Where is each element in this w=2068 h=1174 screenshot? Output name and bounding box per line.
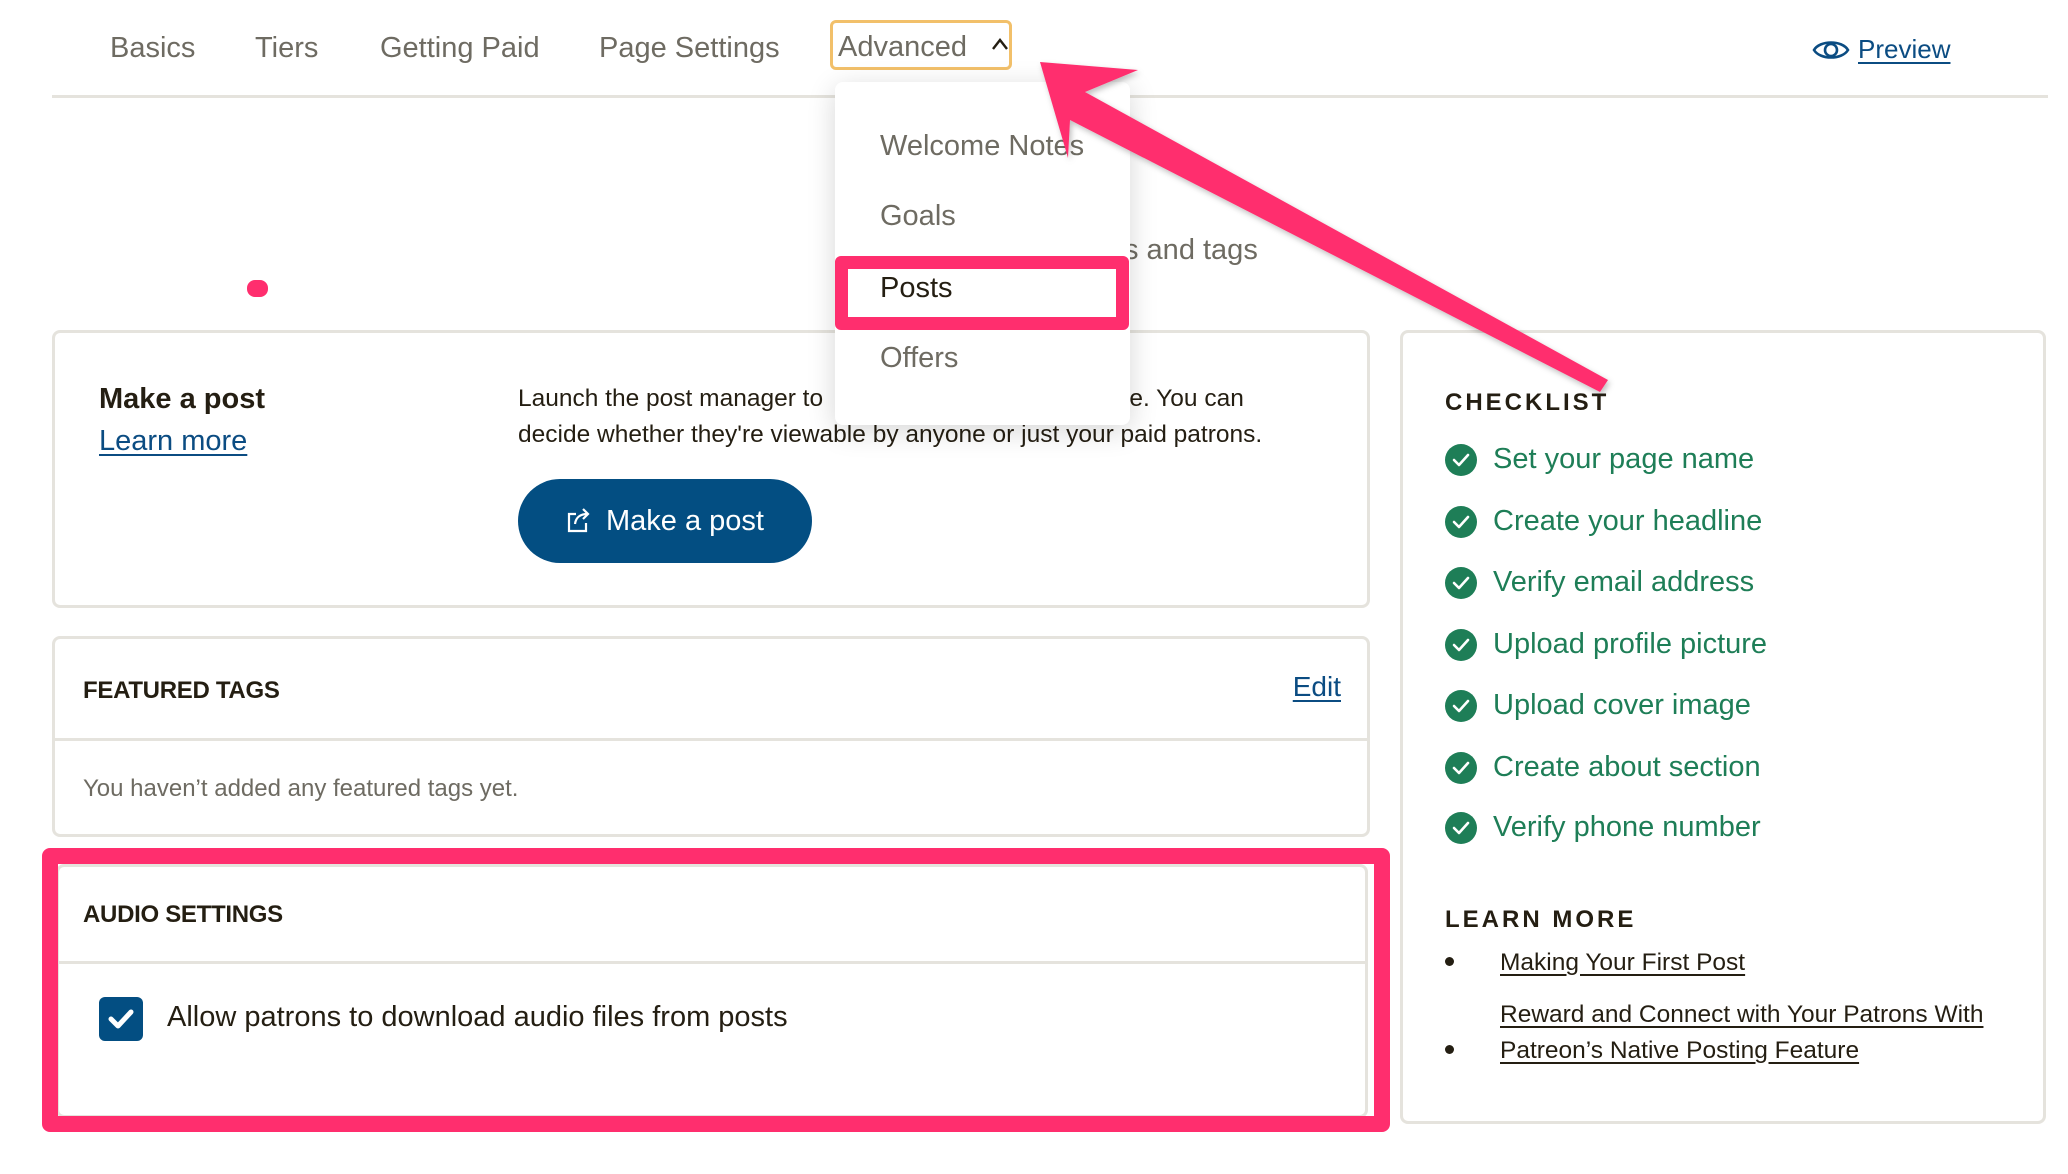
chevron-up-icon	[992, 38, 1008, 50]
checklist-item[interactable]: Verify phone number	[1445, 811, 1761, 844]
tab-getting-paid[interactable]: Getting Paid	[380, 28, 540, 68]
tab-page-settings[interactable]: Page Settings	[599, 28, 780, 68]
annotation-highlight-audio	[42, 848, 1390, 1132]
check-circle-icon	[1445, 443, 1477, 476]
learn-more-link-native-posting-line2[interactable]: Patreon’s Native Posting Feature	[1500, 1033, 1859, 1069]
tab-advanced-label: Advanced	[838, 31, 967, 63]
bullet	[1445, 1045, 1454, 1054]
preview-label: Preview	[1858, 34, 1951, 64]
make-post-title: Make a post	[99, 383, 265, 415]
check-circle-icon	[1445, 628, 1477, 661]
check-circle-icon	[1445, 505, 1477, 538]
advanced-dropdown-menu: Welcome Notes Goals Posts Offers	[835, 82, 1130, 425]
learn-more-link-native-posting[interactable]: Reward and Connect with Your Patrons Wit…	[1500, 997, 1983, 1033]
make-post-button-label: Make a post	[606, 504, 764, 537]
checklist-item-label: Create about section	[1493, 751, 1761, 783]
checklist-item-label: Verify email address	[1493, 566, 1755, 598]
checklist-item-label: Upload profile picture	[1493, 628, 1768, 660]
learn-more-title: LEARN MORE	[1445, 906, 1637, 933]
checklist-item[interactable]: Verify email address	[1445, 566, 1754, 599]
learn-more-link[interactable]: Learn more	[99, 425, 247, 458]
featured-tags-title: FEATURED TAGS	[83, 677, 280, 704]
checklist-item[interactable]: Upload cover image	[1445, 689, 1751, 722]
checklist-item[interactable]: Create about section	[1445, 751, 1761, 784]
checklist-item[interactable]: Set your page name	[1445, 443, 1754, 476]
tab-basics[interactable]: Basics	[110, 28, 195, 68]
make-post-card: Make a post Learn more Launch the post m…	[52, 330, 1370, 608]
annotation-dot	[247, 280, 268, 297]
preview-link[interactable]: Preview	[1812, 34, 1950, 65]
make-post-button[interactable]: Make a post	[518, 479, 812, 563]
check-circle-icon	[1445, 689, 1477, 722]
checklist-title: CHECKLIST	[1445, 389, 1610, 416]
checklist-item-label: Create your headline	[1493, 505, 1763, 537]
menu-item-offers[interactable]: Offers	[880, 342, 958, 375]
checklist-item-label: Set your page name	[1493, 443, 1755, 475]
checklist-item[interactable]: Upload profile picture	[1445, 628, 1767, 661]
make-post-description-line1a: Launch the post manager to	[518, 385, 824, 412]
checklist-card: CHECKLIST Set your page name Create your…	[1400, 330, 2046, 1124]
menu-item-goals[interactable]: Goals	[880, 200, 956, 233]
edit-tags-link[interactable]: Edit	[1293, 671, 1341, 703]
checklist-item-label: Verify phone number	[1493, 811, 1761, 843]
tab-advanced[interactable]: Advanced	[830, 20, 1012, 70]
learn-more-link-first-post[interactable]: Making Your First Post	[1500, 945, 1745, 981]
tab-tiers[interactable]: Tiers	[255, 28, 318, 68]
annotation-highlight-posts	[835, 256, 1129, 330]
check-circle-icon	[1445, 811, 1477, 844]
share-external-icon	[567, 508, 590, 533]
check-circle-icon	[1445, 566, 1477, 599]
menu-item-welcome-notes[interactable]: Welcome Notes	[880, 130, 1084, 163]
featured-tags-header: FEATURED TAGS Edit	[55, 639, 1367, 741]
checklist-item[interactable]: Create your headline	[1445, 505, 1762, 538]
featured-tags-card: FEATURED TAGS Edit You haven’t added any…	[52, 636, 1370, 837]
bullet	[1445, 957, 1454, 966]
checklist-item-label: Upload cover image	[1493, 689, 1751, 721]
section-subtitle-partial: s and tags	[1124, 234, 1258, 266]
check-circle-icon	[1445, 751, 1477, 784]
eye-icon	[1812, 40, 1850, 59]
featured-tags-empty-text: You haven’t added any featured tags yet.	[83, 775, 519, 802]
